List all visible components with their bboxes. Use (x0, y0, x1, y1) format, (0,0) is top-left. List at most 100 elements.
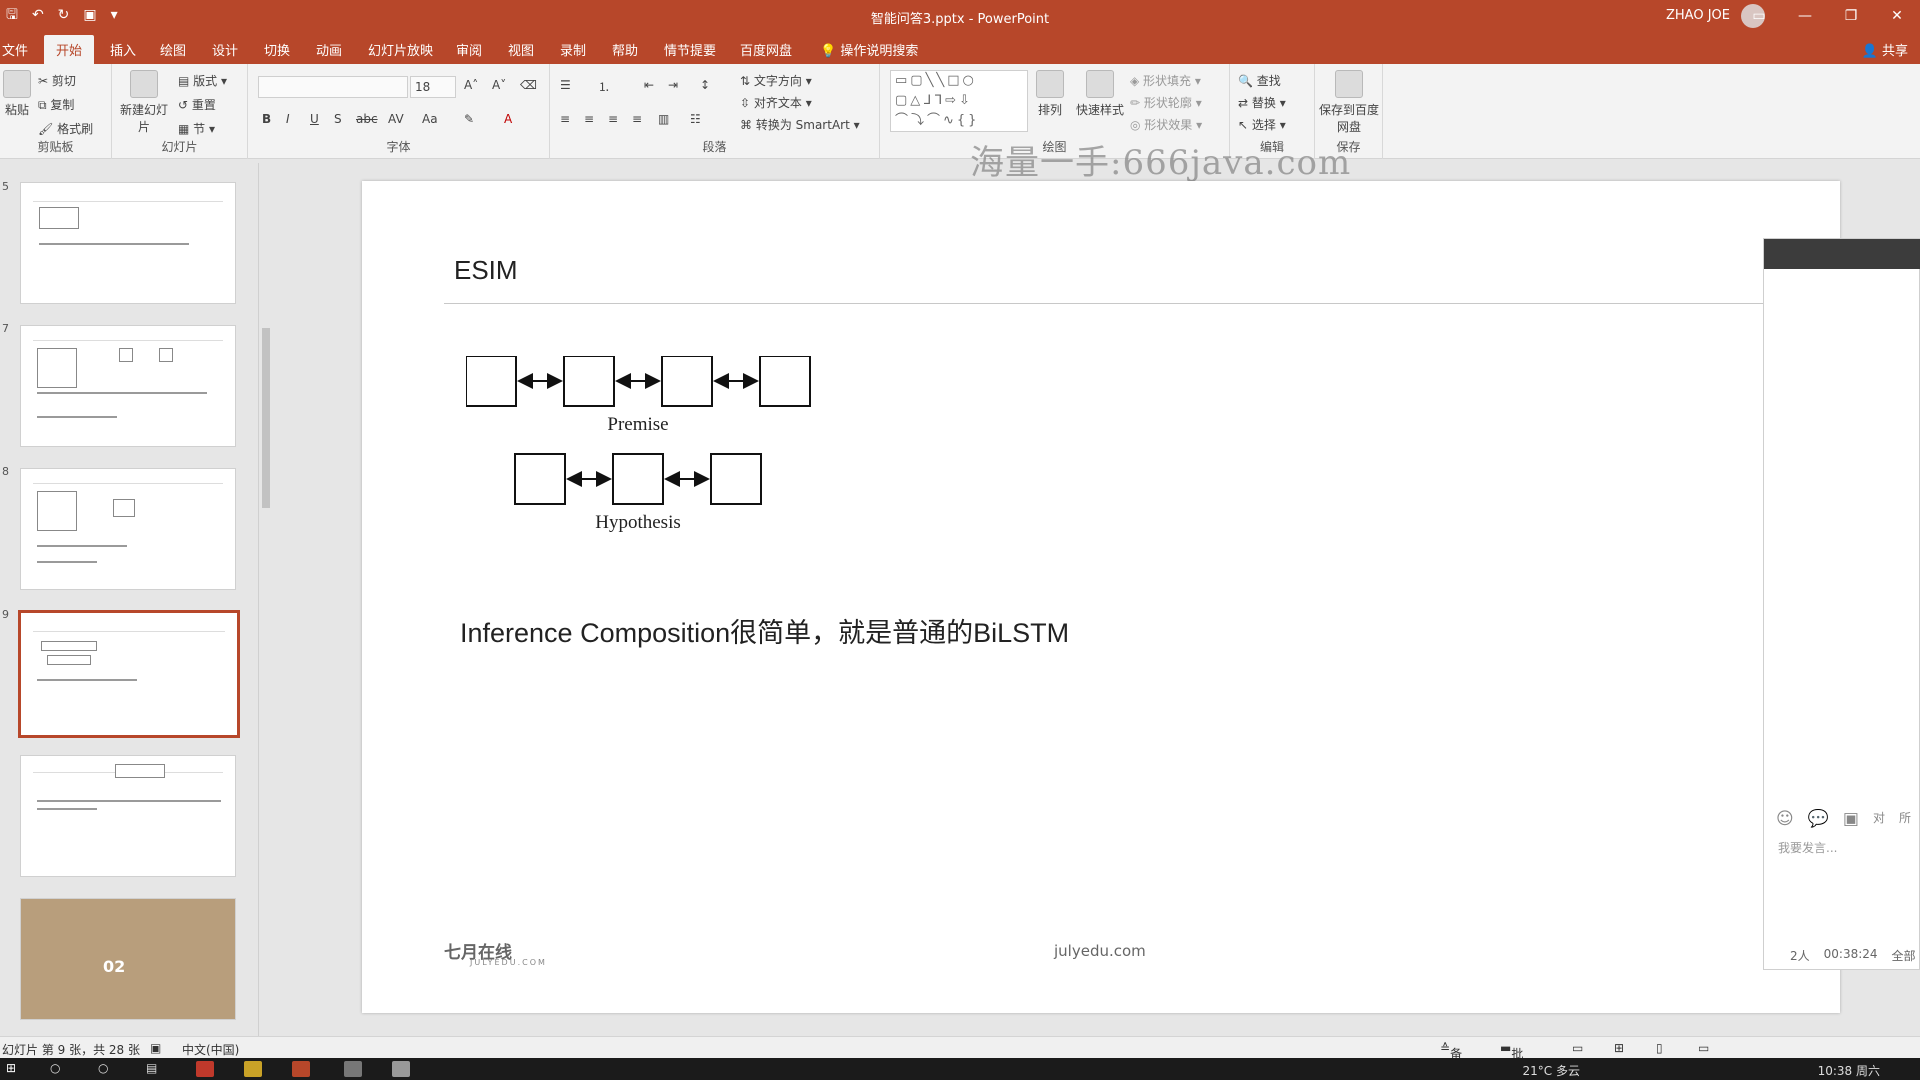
slide-thumbnail[interactable]: 02 (20, 898, 236, 1020)
notes-button[interactable]: ≙ 备注 (1440, 1041, 1462, 1078)
replace-button[interactable]: ⇄ 替换 ▾ (1238, 94, 1286, 111)
user-name[interactable]: ZHAO JOE (1666, 8, 1730, 23)
tab-baidu-netdisk[interactable]: 百度网盘 (740, 40, 792, 59)
slide-title[interactable]: ESIM (454, 255, 518, 286)
align-right-icon[interactable]: ≡ (608, 112, 618, 126)
tab-help[interactable]: 帮助 (612, 40, 638, 59)
reset-button[interactable]: ↺ 重置 (178, 96, 216, 113)
file-explorer-icon[interactable] (244, 1061, 262, 1077)
chat-side-label[interactable]: 对 (1873, 809, 1885, 829)
chat-action[interactable]: 全部 (1892, 947, 1916, 964)
slide-sorter-icon[interactable]: ⊞ (1614, 1041, 1624, 1055)
strikethrough-button[interactable]: abc (356, 112, 378, 126)
slide-canvas[interactable]: ESIM Premise Hypothesis Inference Compos… (362, 181, 1840, 1013)
align-left-icon[interactable]: ≡ (560, 112, 570, 126)
find-button[interactable]: 🔍 查找 (1238, 72, 1281, 89)
app-icon[interactable] (344, 1061, 362, 1077)
emoji-icon[interactable]: ☺ (1776, 809, 1794, 829)
spellcheck-icon[interactable]: ▣ (150, 1041, 161, 1055)
tab-animations[interactable]: 动画 (316, 40, 342, 59)
numbering-icon[interactable]: ⒈ (598, 78, 610, 95)
tab-transitions[interactable]: 切换 (264, 40, 290, 59)
slide-thumbnail[interactable] (20, 325, 236, 447)
decrease-font-size-icon[interactable]: A˅ (492, 78, 506, 92)
slide-thumbnail[interactable] (20, 755, 236, 877)
align-text-button[interactable]: ⇳ 对齐文本 ▾ (740, 94, 812, 111)
restore-button[interactable]: ❐ (1828, 0, 1874, 32)
save-to-baidu-button[interactable]: 保存到百度网盘 (1319, 70, 1379, 135)
shape-fill-button[interactable]: ◈ 形状填充 ▾ (1130, 72, 1201, 89)
new-slide-button[interactable]: 新建幻灯片 (120, 70, 168, 135)
slide-thumbnail-selected[interactable] (18, 610, 240, 738)
tab-draw[interactable]: 绘图 (160, 40, 186, 59)
windows-start-icon[interactable]: ⊞ (6, 1061, 24, 1077)
normal-view-icon[interactable]: ▭ (1572, 1041, 1583, 1055)
shape-effects-button[interactable]: ◎ 形状效果 ▾ (1130, 116, 1202, 133)
shape-outline-button[interactable]: ✏ 形状轮廓 ▾ (1130, 94, 1202, 111)
justify-icon[interactable]: ≡ (632, 112, 642, 126)
slideshow-view-icon[interactable]: ▭ (1698, 1041, 1709, 1055)
highlight-icon[interactable]: ✎ (464, 112, 474, 126)
font-color-icon[interactable]: A (504, 112, 512, 126)
ribbon-display-options-icon[interactable]: ▭ (1736, 0, 1782, 32)
app-icon[interactable] (392, 1061, 410, 1077)
weather-indicator[interactable]: 21°C 多云 (1523, 1062, 1580, 1079)
tab-design[interactable]: 设计 (212, 40, 238, 59)
search-icon[interactable]: ○ (98, 1061, 116, 1077)
character-spacing-icon[interactable]: AV (388, 112, 404, 126)
select-button[interactable]: ↖ 选择 ▾ (1238, 116, 1286, 133)
line-spacing-icon[interactable]: ↕ (700, 78, 710, 92)
tab-home[interactable]: 开始 (44, 35, 95, 64)
tab-review[interactable]: 审阅 (456, 40, 482, 59)
font-size-input[interactable]: 18 (410, 76, 456, 98)
thumbnail-scrollbar[interactable] (258, 163, 272, 1036)
bullets-icon[interactable]: ☰ (560, 78, 571, 92)
columns-icon[interactable]: ▥ (658, 112, 669, 126)
tell-me-search[interactable]: 💡 操作说明搜索 (820, 40, 918, 59)
tab-slideshow[interactable]: 幻灯片放映 (368, 40, 433, 59)
section-button[interactable]: ▦ 节 ▾ (178, 120, 215, 137)
slide-body-text[interactable]: Inference Composition很简单，就是普通的BiLSTM (460, 611, 1069, 650)
powerpoint-icon[interactable] (292, 1061, 310, 1077)
chat-input[interactable]: 我要发言... (1778, 839, 1837, 856)
share-button[interactable]: 👤 共享 (1862, 40, 1908, 59)
paragraph-options-icon[interactable]: ☷ (690, 112, 701, 126)
layout-button[interactable]: ▤ 版式 ▾ (178, 72, 227, 89)
font-name-input[interactable] (258, 76, 408, 98)
copy-button[interactable]: ⧉ 复制 (38, 96, 74, 113)
slide-thumbnail[interactable] (20, 468, 236, 590)
tab-record[interactable]: 录制 (560, 40, 586, 59)
close-button[interactable]: ✕ (1874, 0, 1920, 32)
minimize-button[interactable]: — (1782, 0, 1828, 32)
underline-button[interactable]: U (310, 112, 319, 126)
tab-insert[interactable]: 插入 (110, 40, 136, 59)
format-painter-button[interactable]: 🖌 格式刷 (38, 120, 93, 137)
tab-storyboard[interactable]: 情节提要 (664, 40, 716, 59)
increase-font-size-icon[interactable]: A˄ (464, 78, 478, 92)
text-direction-button[interactable]: ⇅ 文字方向 ▾ (740, 72, 812, 89)
chat-side-label[interactable]: 所 (1899, 809, 1911, 829)
image-icon[interactable]: ▣ (1843, 809, 1859, 829)
align-center-icon[interactable]: ≡ (584, 112, 594, 126)
bold-button[interactable]: B (262, 112, 271, 126)
arrange-button[interactable]: 排列 (1030, 70, 1070, 118)
chrome-icon[interactable] (196, 1061, 214, 1077)
reading-view-icon[interactable]: ▯ (1656, 1041, 1663, 1055)
increase-indent-icon[interactable]: ⇥ (668, 78, 678, 92)
comments-button[interactable]: ▬ 批注 (1500, 1041, 1523, 1078)
italic-button[interactable]: I (286, 112, 290, 126)
tab-file[interactable]: 文件 (2, 40, 28, 59)
speech-bubble-icon[interactable]: 💬 (1808, 809, 1829, 829)
paste-button[interactable]: 粘贴 (2, 70, 32, 118)
clear-formatting-icon[interactable]: ⌫ (520, 78, 537, 92)
tab-view[interactable]: 视图 (508, 40, 534, 59)
clock[interactable]: 10:38 周六 (1818, 1062, 1880, 1079)
language-indicator[interactable]: 中文(中国) (182, 1041, 239, 1058)
slide-thumbnail[interactable] (20, 182, 236, 304)
task-view-icon[interactable]: ▤ (146, 1061, 164, 1077)
change-case-icon[interactable]: Aa (422, 112, 438, 126)
esim-diagram[interactable]: Premise Hypothesis (466, 356, 866, 556)
quick-styles-button[interactable]: 快速样式 (1074, 70, 1126, 118)
search-icon[interactable]: ○ (50, 1061, 68, 1077)
scrollbar-thumb[interactable] (262, 328, 270, 508)
